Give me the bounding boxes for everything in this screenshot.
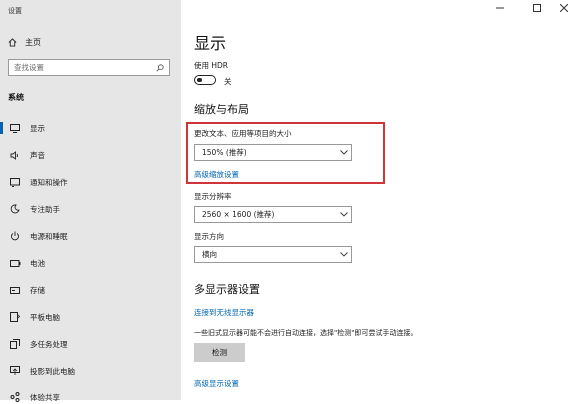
moon-icon	[7, 204, 23, 214]
search-box[interactable]: 查找设置	[8, 59, 170, 76]
multi-display-heading: 多显示器设置	[194, 283, 260, 296]
home-icon	[8, 37, 17, 47]
search-icon[interactable]	[154, 63, 166, 72]
toggle-knob	[197, 77, 202, 82]
advanced-display-settings-link[interactable]: 高级显示设置	[194, 378, 239, 389]
main-content: 显示 使用 HDR 关 缩放与布局 更改文本、应用等项目的大小 150% (推荐…	[194, 0, 577, 400]
search-input[interactable]: 查找设置	[9, 62, 154, 73]
chevron-down-icon	[337, 252, 351, 257]
sidebar-item-label: 存储	[30, 285, 45, 295]
sidebar-item-label: 通知和操作	[30, 177, 68, 187]
hdr-toggle[interactable]	[194, 75, 216, 85]
sidebar-item-tablet[interactable]: 平板电脑	[0, 310, 181, 324]
multitask-icon	[7, 339, 23, 349]
section-label-system: 系统	[8, 93, 24, 102]
chevron-down-icon	[337, 212, 351, 217]
sidebar-item-storage[interactable]: 存储	[0, 283, 181, 297]
sidebar-item-notifications[interactable]: 通知和操作	[0, 175, 181, 189]
scale-layout-heading: 缩放与布局	[194, 103, 249, 116]
speaker-icon	[7, 150, 23, 160]
sidebar-item-battery[interactable]: 电池	[0, 256, 181, 270]
home-nav-item[interactable]: 主页	[8, 36, 41, 48]
settings-window: 设置 主页 查找设置 系统 显示 声音 通知和操作 专注助手 电源和睡眠 电池 …	[0, 0, 577, 402]
sidebar-item-label: 显示	[30, 123, 45, 133]
sidebar-item-power-sleep[interactable]: 电源和睡眠	[0, 229, 181, 243]
tablet-icon	[7, 312, 23, 322]
window-title: 设置	[8, 7, 22, 15]
power-icon	[7, 231, 23, 241]
sidebar-item-sound[interactable]: 声音	[0, 148, 181, 162]
monitor-icon	[7, 123, 23, 133]
sidebar-item-label: 多任务处理	[30, 339, 68, 349]
sidebar-item-label: 投影到此电脑	[30, 366, 75, 376]
sidebar-item-display[interactable]: 显示	[0, 121, 181, 135]
project-icon	[7, 366, 23, 376]
sidebar-item-multitasking[interactable]: 多任务处理	[0, 337, 181, 351]
highlight-box	[186, 122, 385, 184]
resolution-dropdown[interactable]: 2560 × 1600 (推荐)	[194, 206, 352, 223]
sidebar-item-label: 电池	[30, 258, 45, 268]
sidebar-item-shared-experiences[interactable]: 体验共享	[0, 390, 181, 404]
share-icon	[7, 392, 23, 402]
sidebar-item-project[interactable]: 投影到此电脑	[0, 364, 181, 378]
hdr-toggle-state: 关	[224, 77, 232, 86]
notification-icon	[7, 177, 23, 187]
sidebar-item-label: 平板电脑	[30, 312, 60, 322]
battery-icon	[7, 259, 23, 267]
orientation-label: 显示方向	[194, 232, 224, 241]
sidebar-item-label: 专注助手	[30, 204, 60, 214]
detect-button[interactable]: 检测	[194, 343, 245, 362]
orientation-dropdown[interactable]: 横向	[194, 246, 352, 263]
hdr-label: 使用 HDR	[194, 61, 229, 70]
sidebar-item-label: 电源和睡眠	[30, 231, 68, 241]
sidebar: 设置 主页 查找设置 系统 显示 声音 通知和操作 专注助手 电源和睡眠 电池 …	[0, 0, 181, 402]
storage-icon	[7, 286, 23, 294]
orientation-dropdown-value: 横向	[202, 250, 217, 259]
detect-note: 一些旧式显示器可能不会进行自动连接，选择"检测"即可尝试手动连接。	[194, 329, 418, 337]
home-label: 主页	[25, 37, 41, 47]
resolution-label: 显示分辨率	[194, 192, 232, 201]
resolution-dropdown-value: 2560 × 1600 (推荐)	[202, 210, 275, 219]
sidebar-item-focus-assist[interactable]: 专注助手	[0, 202, 181, 216]
sidebar-item-label: 声音	[30, 150, 45, 160]
connect-wireless-display-link[interactable]: 连接到无线显示器	[194, 307, 254, 318]
page-title: 显示	[194, 34, 227, 53]
sidebar-item-label: 体验共享	[30, 392, 60, 402]
